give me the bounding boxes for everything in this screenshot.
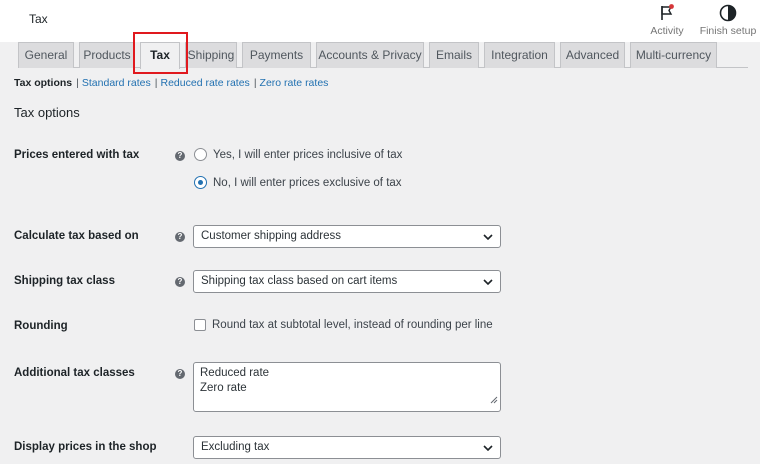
calculate-tax-label: Calculate tax based on bbox=[14, 230, 139, 242]
tab-products[interactable]: Products bbox=[79, 42, 135, 68]
subnav-reduced-rate-rates[interactable]: Reduced rate rates bbox=[161, 77, 250, 89]
subnav-zero-rate-rates[interactable]: Zero rate rates bbox=[260, 77, 329, 89]
radio-button-checked[interactable] bbox=[194, 176, 207, 189]
subnav-separator: | bbox=[253, 77, 257, 89]
tab-general[interactable]: General bbox=[18, 42, 74, 68]
calculate-tax-value: Customer shipping address bbox=[201, 230, 341, 242]
rounding-checkbox[interactable] bbox=[194, 319, 206, 331]
help-icon[interactable]: ? bbox=[175, 151, 185, 161]
chevron-down-icon bbox=[483, 271, 493, 292]
tax-subnav: Tax options | Standard rates | Reduced rate … bbox=[14, 77, 328, 89]
resize-grip-icon[interactable] bbox=[490, 394, 498, 409]
subnav-current: Tax options bbox=[14, 77, 73, 89]
additional-tax-classes-label: Additional tax classes bbox=[14, 367, 135, 379]
page-title: Tax bbox=[29, 12, 48, 26]
additional-tax-classes-textarea[interactable]: Reduced rate Zero rate bbox=[193, 362, 501, 412]
flag-icon bbox=[646, 3, 688, 23]
display-prices-shop-label: Display prices in the shop bbox=[14, 441, 157, 453]
radio-exclusive-label: No, I will enter prices exclusive of tax bbox=[213, 176, 402, 189]
radio-exclusive[interactable]: No, I will enter prices exclusive of tax bbox=[194, 176, 402, 189]
help-icon[interactable]: ? bbox=[175, 232, 185, 242]
shipping-tax-class-label: Shipping tax class bbox=[14, 275, 115, 287]
tab-emails[interactable]: Emails bbox=[429, 42, 479, 68]
finish-setup-button[interactable]: Finish setup bbox=[699, 3, 757, 37]
tab-payments[interactable]: Payments bbox=[242, 42, 311, 68]
radio-inclusive[interactable]: Yes, I will enter prices inclusive of ta… bbox=[194, 148, 402, 161]
rounding-label: Rounding bbox=[14, 320, 68, 332]
shipping-tax-class-value: Shipping tax class based on cart items bbox=[201, 275, 398, 287]
rounding-checkbox-label: Round tax at subtotal level, instead of … bbox=[212, 319, 493, 331]
tab-shipping[interactable]: Shipping bbox=[185, 42, 237, 68]
section-title: Tax options bbox=[14, 105, 80, 120]
chevron-down-icon bbox=[483, 437, 493, 458]
tab-integration[interactable]: Integration bbox=[484, 42, 555, 68]
radio-button[interactable] bbox=[194, 148, 207, 161]
tax-class-line: Reduced rate bbox=[200, 367, 270, 379]
half-circle-icon bbox=[699, 3, 757, 23]
tab-accounts-privacy[interactable]: Accounts & Privacy bbox=[316, 42, 424, 68]
top-bar: Tax Activity Finish setup bbox=[0, 0, 760, 42]
activity-label: Activity bbox=[650, 25, 684, 37]
subnav-separator: | bbox=[154, 77, 158, 89]
finish-setup-label: Finish setup bbox=[699, 25, 757, 37]
help-icon[interactable]: ? bbox=[175, 277, 185, 287]
activity-button[interactable]: Activity bbox=[646, 3, 688, 37]
shipping-tax-class-select[interactable]: Shipping tax class based on cart items bbox=[193, 270, 501, 293]
help-icon[interactable]: ? bbox=[175, 369, 185, 379]
display-prices-shop-value: Excluding tax bbox=[201, 441, 270, 453]
subnav-standard-rates[interactable]: Standard rates bbox=[82, 77, 151, 89]
tab-tax[interactable]: Tax bbox=[140, 42, 180, 69]
settings-tabs: General Products Tax Shipping Payments A… bbox=[18, 42, 748, 69]
rounding-checkbox-row[interactable]: Round tax at subtotal level, instead of … bbox=[194, 319, 493, 331]
radio-inclusive-label: Yes, I will enter prices inclusive of ta… bbox=[213, 148, 403, 161]
tab-multi-currency[interactable]: Multi-currency bbox=[630, 42, 717, 68]
subnav-separator: | bbox=[76, 77, 79, 89]
display-prices-shop-select[interactable]: Excluding tax bbox=[193, 436, 501, 459]
tab-advanced[interactable]: Advanced bbox=[560, 42, 625, 68]
calculate-tax-select[interactable]: Customer shipping address bbox=[193, 225, 501, 248]
chevron-down-icon bbox=[483, 226, 493, 247]
tax-class-line: Zero rate bbox=[200, 382, 247, 394]
prices-entered-label: Prices entered with tax bbox=[14, 149, 140, 161]
